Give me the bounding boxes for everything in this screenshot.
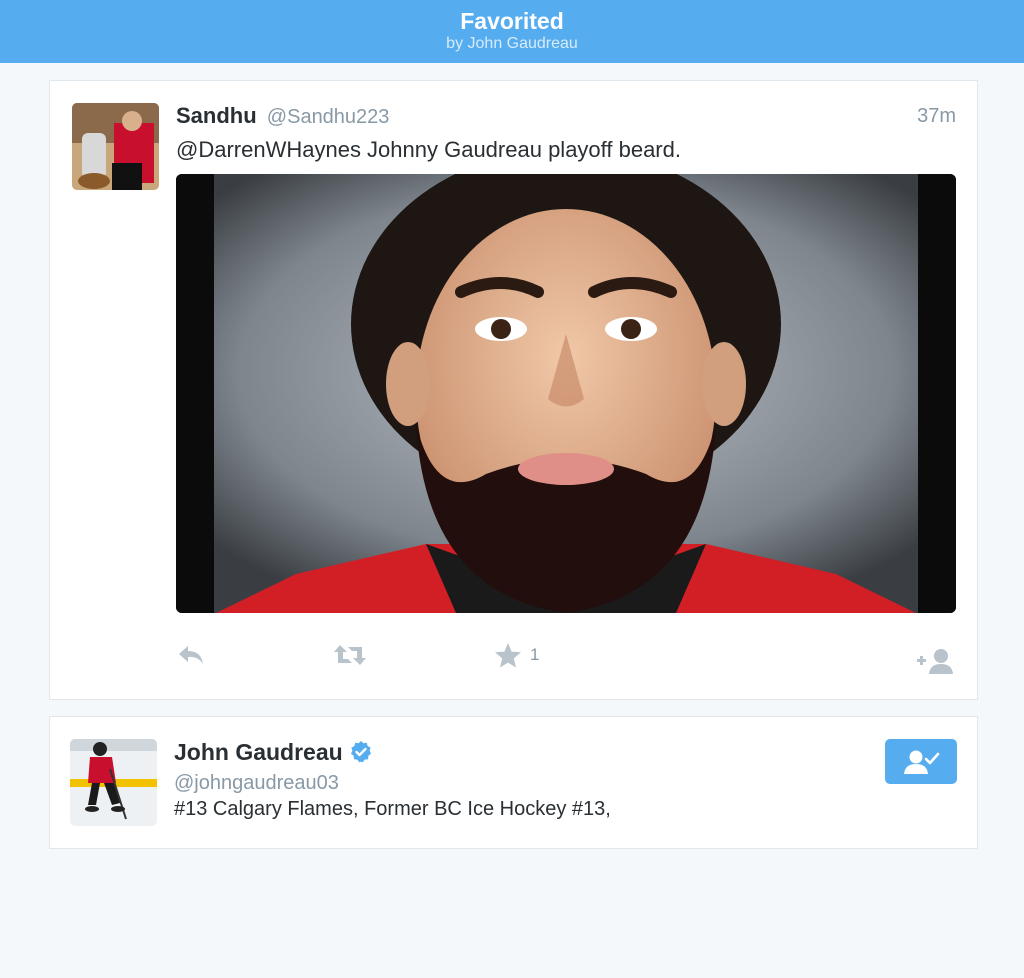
retweet-button[interactable] xyxy=(332,637,368,673)
user-handle[interactable]: @johngaudreau03 xyxy=(174,771,339,795)
tweet-actions: 1 xyxy=(176,637,956,677)
following-check-icon xyxy=(904,750,940,774)
page-header: Favorited by John Gaudreau xyxy=(0,0,1024,63)
favorite-count: 1 xyxy=(530,645,540,664)
tweet-author-avatar[interactable] xyxy=(72,103,159,190)
user-avatar[interactable] xyxy=(70,739,157,826)
user-name-row: John Gaudreau xyxy=(174,737,373,767)
retweet-icon xyxy=(334,645,366,665)
favorite-icon xyxy=(495,643,521,668)
user-bio: #13 Calgary Flames, Former BC Ice Hockey… xyxy=(174,798,611,820)
tweet-media-image[interactable] xyxy=(176,174,956,613)
page-title: Favorited xyxy=(460,8,564,34)
tweet-card[interactable]: Sandhu @Sandhu223 37m @DarrenWHaynes Joh… xyxy=(49,80,978,700)
tweet-text: @DarrenWHaynes Johnny Gaudreau playoff b… xyxy=(176,137,681,162)
tweet-timestamp[interactable]: 37m xyxy=(917,101,956,131)
page-subtitle: by John Gaudreau xyxy=(446,35,578,52)
follow-author-button[interactable] xyxy=(916,643,956,679)
follow-icon xyxy=(917,649,953,674)
verified-badge-icon xyxy=(350,741,371,763)
tweet-header: Sandhu @Sandhu223 37m xyxy=(176,101,956,131)
following-button[interactable] xyxy=(885,739,957,784)
reply-button[interactable] xyxy=(176,637,206,673)
tweet-author-handle[interactable]: @Sandhu223 xyxy=(267,106,390,128)
user-card[interactable]: John Gaudreau @johngaudreau03 #13 Calgar… xyxy=(49,716,978,849)
user-name[interactable]: John Gaudreau xyxy=(174,739,343,766)
favorite-button[interactable]: 1 xyxy=(494,637,539,673)
reply-icon xyxy=(179,646,203,664)
tweet-author-name[interactable]: Sandhu xyxy=(176,103,257,128)
